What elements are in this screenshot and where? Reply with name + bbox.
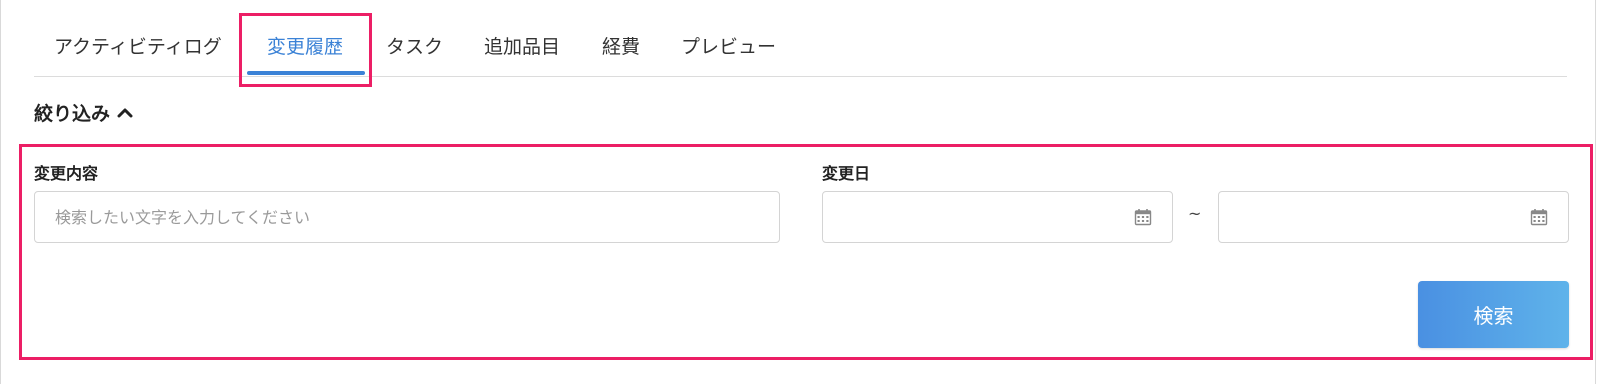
filter-toggle-label: 絞り込み — [34, 103, 111, 125]
change-date-to-input[interactable] — [1218, 191, 1569, 243]
tab-expenses[interactable]: 経費 — [602, 32, 640, 59]
change-date-label: 変更日 — [822, 164, 871, 183]
change-content-input[interactable] — [34, 191, 780, 243]
chevron-up-icon — [117, 108, 133, 117]
search-button[interactable]: 検索 — [1418, 281, 1569, 348]
tab-activity-log[interactable]: アクティビティログ — [54, 32, 222, 59]
tab-preview[interactable]: プレビュー — [681, 32, 776, 59]
calendar-icon — [1530, 209, 1548, 226]
page: アクティビティログ 変更履歴 タスク 追加品目 経費 プレビュー 絞り込み 変更… — [0, 0, 1600, 384]
tab-highlight-annotation — [239, 13, 372, 87]
change-date-from-input[interactable] — [822, 191, 1173, 243]
filter-panel-highlight — [19, 144, 1593, 360]
date-range-separator: ~ — [1188, 204, 1202, 223]
right-border — [1595, 0, 1596, 384]
filter-toggle[interactable]: 絞り込み — [34, 99, 134, 126]
left-border — [0, 0, 1, 384]
change-content-label: 変更内容 — [34, 164, 99, 183]
tab-tasks[interactable]: タスク — [386, 32, 443, 59]
calendar-icon — [1134, 209, 1152, 226]
tab-additional-items[interactable]: 追加品目 — [484, 32, 560, 59]
